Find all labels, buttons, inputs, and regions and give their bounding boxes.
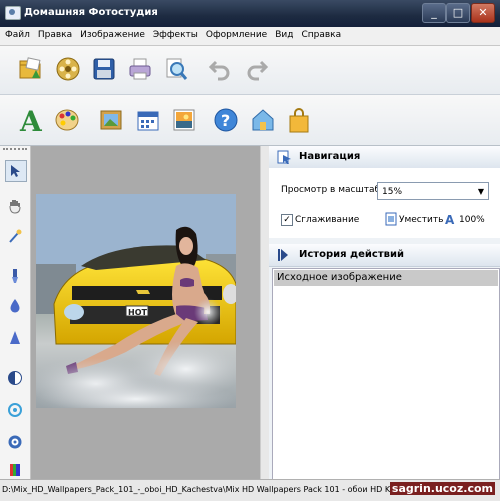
effects-toolbar: A ? <box>0 95 500 146</box>
history-list[interactable]: Исходное изображение <box>272 268 500 480</box>
svg-text:?: ? <box>221 111 230 130</box>
home-icon[interactable] <box>248 105 278 135</box>
photo-icon[interactable] <box>169 105 199 135</box>
menu-file[interactable]: Файл <box>0 27 33 40</box>
history-icon <box>278 249 288 261</box>
right-panel: Навигация Просмотр в масштабе 15% ▼ ✓ Сг… <box>269 146 500 480</box>
canvas-scrollbar[interactable] <box>260 146 269 479</box>
open-folder-icon[interactable] <box>16 54 46 84</box>
brush-icon[interactable] <box>5 266 25 286</box>
history-header[interactable]: История действий <box>269 244 500 267</box>
help-icon[interactable]: ? <box>211 105 241 135</box>
menu-view[interactable]: Вид <box>270 27 296 40</box>
title-bar: Домашняя Фотостудия _ □ ✕ <box>0 0 500 27</box>
navigation-icon <box>277 150 291 164</box>
calendar-icon[interactable] <box>133 105 163 135</box>
toolbar-grip[interactable] <box>3 148 27 153</box>
smoothing-label: Сглаживание <box>295 215 360 225</box>
swirl-icon[interactable] <box>5 400 25 420</box>
frame-icon[interactable] <box>96 105 126 135</box>
navigation-body: Просмотр в масштабе 15% ▼ ✓ Сглаживание … <box>269 168 500 238</box>
menu-design[interactable]: Оформление <box>201 27 270 40</box>
zoom-value: 15% <box>382 187 403 197</box>
navigation-header[interactable]: Навигация <box>269 146 500 169</box>
palette-strip-icon[interactable] <box>5 460 25 480</box>
hand-icon[interactable] <box>5 196 25 216</box>
magic-wand-icon[interactable] <box>5 226 25 246</box>
shopping-bag-icon[interactable] <box>284 105 314 135</box>
cone-icon[interactable] <box>5 328 25 348</box>
history-item[interactable]: Исходное изображение <box>274 270 498 286</box>
menu-effects[interactable]: Эффекты <box>148 27 201 40</box>
window-title: Домашняя Фотостудия <box>24 7 158 18</box>
smoothing-checkbox[interactable]: ✓ <box>281 214 293 226</box>
actual-size-icon: A <box>445 213 455 226</box>
zoom-select[interactable]: 15% ▼ <box>377 182 489 200</box>
license-plate: HOT <box>128 308 147 317</box>
menu-image[interactable]: Изображение <box>75 27 148 40</box>
full-size-label: 100% <box>459 215 485 225</box>
film-reel-icon[interactable] <box>53 54 83 84</box>
save-disk-icon[interactable] <box>89 54 119 84</box>
drop-icon[interactable] <box>5 296 25 316</box>
file-path: D:\Mix_HD_Wallpapers_Pack_101_-_oboi_HD_… <box>2 485 433 494</box>
wallpaper-photo: HOT <box>36 194 236 408</box>
menu-help[interactable]: Справка <box>296 27 344 40</box>
text-a-icon[interactable]: A <box>16 105 46 135</box>
zoom-label: Просмотр в масштабе <box>281 185 386 195</box>
redo-icon[interactable] <box>242 54 272 84</box>
print-icon[interactable] <box>125 54 155 84</box>
minimize-button[interactable]: _ <box>422 3 446 23</box>
svg-text:A: A <box>19 106 43 134</box>
fit-label: Уместить <box>399 215 444 225</box>
menu-bar: Файл Правка Изображение Эффекты Оформление Ви… <box>0 27 500 46</box>
history-title: История действий <box>299 249 404 260</box>
maximize-button[interactable]: □ <box>446 3 470 23</box>
undo-icon[interactable] <box>205 54 235 84</box>
target-icon[interactable] <box>5 432 25 452</box>
svg-text:A: A <box>445 213 455 226</box>
print-preview-icon[interactable] <box>161 54 191 84</box>
watermark: sagrin.ucoz.com <box>389 482 495 495</box>
close-button[interactable]: ✕ <box>471 3 495 23</box>
contrast-icon[interactable] <box>5 368 25 388</box>
main-toolbar <box>0 46 500 95</box>
select-arrow-icon[interactable] <box>5 160 27 182</box>
app-icon <box>5 6 21 20</box>
image-canvas[interactable]: HOT <box>31 146 260 479</box>
tools-panel <box>0 146 31 479</box>
navigation-title: Навигация <box>299 151 361 162</box>
palette-icon[interactable] <box>52 105 82 135</box>
chevron-down-icon: ▼ <box>477 187 484 196</box>
menu-edit[interactable]: Правка <box>33 27 75 40</box>
fit-icon <box>385 212 397 226</box>
